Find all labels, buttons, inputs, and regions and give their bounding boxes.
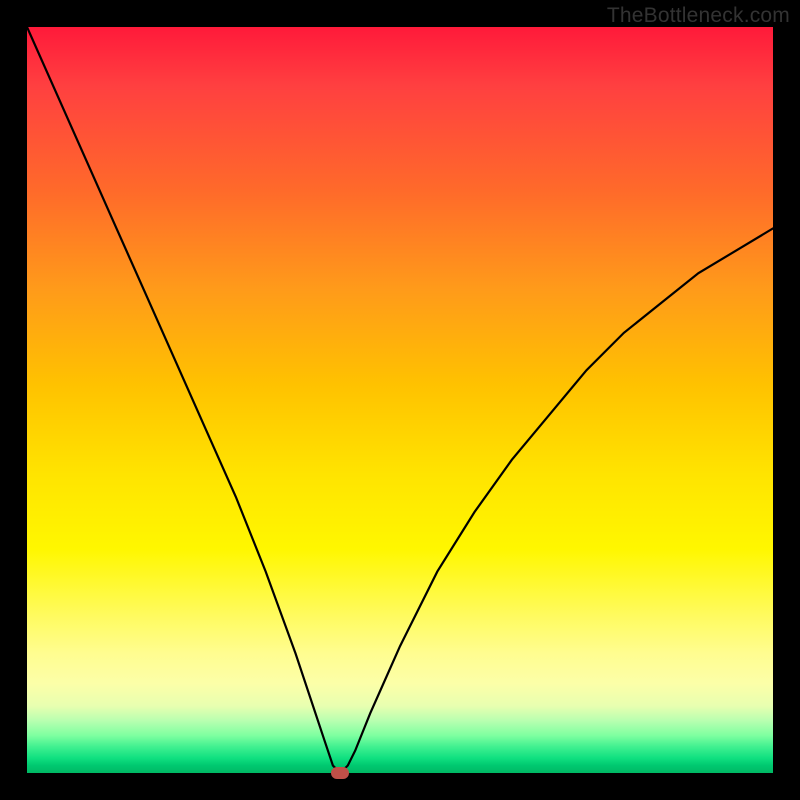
watermark-text: TheBottleneck.com [607,4,790,28]
bottleneck-curve [27,27,773,773]
bottleneck-marker [331,767,349,779]
chart-area [27,27,773,773]
